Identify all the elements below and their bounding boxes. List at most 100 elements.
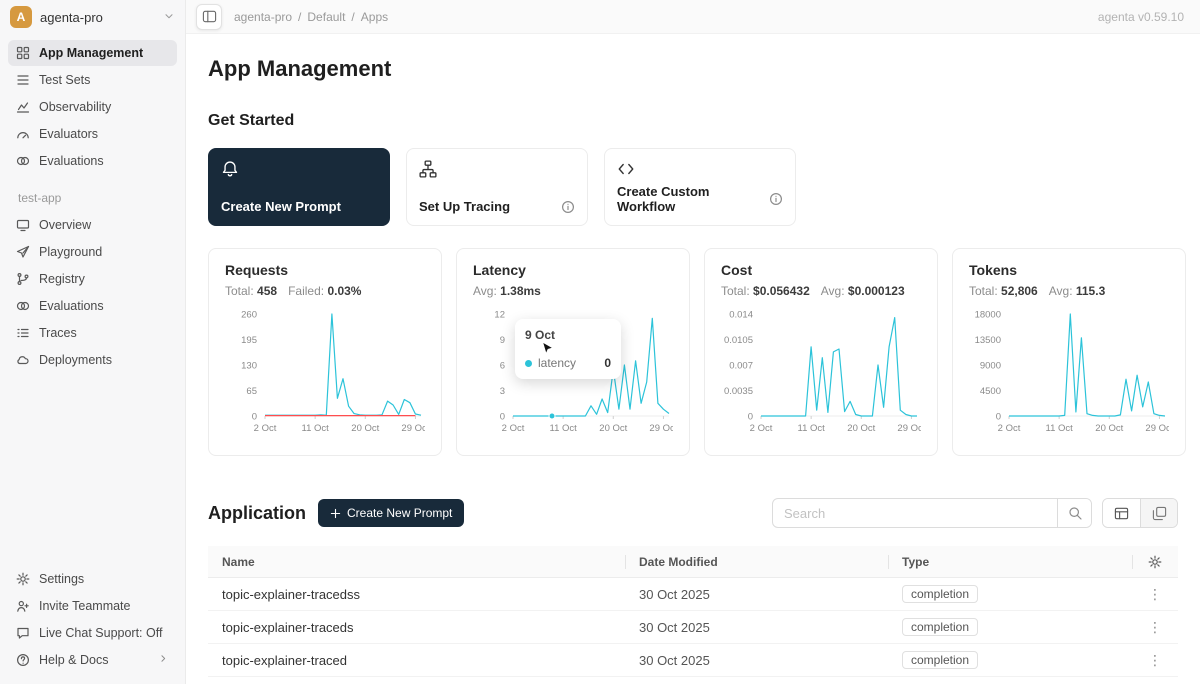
sidebar-item-invite-teammate[interactable]: Invite Teammate xyxy=(8,593,177,619)
search-icon[interactable] xyxy=(1057,499,1091,527)
plus-icon xyxy=(330,508,341,519)
app-name: topic-explainer-traceds xyxy=(208,611,625,643)
breadcrumb-workspace[interactable]: agenta-pro xyxy=(234,10,292,24)
bell-icon xyxy=(221,160,239,178)
svg-text:20 Oct: 20 Oct xyxy=(847,423,875,434)
version-label: agenta v0.59.10 xyxy=(1098,10,1184,24)
breadcrumb-page[interactable]: Apps xyxy=(361,10,388,24)
chart-line-icon xyxy=(16,100,30,114)
breadcrumb-separator: / xyxy=(351,10,354,24)
workspace-selector[interactable]: A agenta-pro xyxy=(0,0,185,34)
stat-subtitle: Total: 458 Failed: 0.03% xyxy=(225,284,425,298)
app-name: topic-explainer-traced xyxy=(208,644,625,676)
workspace-name: agenta-pro xyxy=(40,10,103,25)
svg-text:20 Oct: 20 Oct xyxy=(1095,423,1123,434)
svg-text:0.014: 0.014 xyxy=(729,310,753,321)
sidebar-item-registry[interactable]: Registry xyxy=(8,266,177,292)
info-icon[interactable] xyxy=(561,200,575,214)
chevron-down-icon xyxy=(163,10,175,25)
stat-title: Requests xyxy=(225,262,425,278)
paper-plane-icon xyxy=(16,245,30,259)
row-menu-button[interactable]: ⋮ xyxy=(1144,586,1166,603)
gauge-icon xyxy=(16,127,30,141)
table-row[interactable]: topic-explainer-tracedss 30 Oct 2025 com… xyxy=(208,578,1178,611)
table-row[interactable]: career-assessment 27 Oct 2025 completion… xyxy=(208,677,1178,684)
svg-text:11 Oct: 11 Oct xyxy=(798,423,826,434)
column-settings-gear-icon[interactable] xyxy=(1148,555,1162,569)
sidebar-item-label: Registry xyxy=(39,272,85,286)
svg-text:0.0105: 0.0105 xyxy=(724,335,753,346)
row-menu-button[interactable]: ⋮ xyxy=(1144,619,1166,636)
svg-text:9: 9 xyxy=(500,335,505,346)
stat-subtitle: Total: $0.056432 Avg: $0.000123 xyxy=(721,284,921,298)
sidebar-item-label: Live Chat Support: Off xyxy=(39,626,162,640)
svg-text:3: 3 xyxy=(500,386,505,397)
sidebar-item-test-sets[interactable]: Test Sets xyxy=(8,67,177,93)
svg-text:11 Oct: 11 Oct xyxy=(1046,423,1074,434)
sidebar-item-label: Playground xyxy=(39,245,102,259)
get-started-cards: Create New Prompt Set Up Tracing Create … xyxy=(208,148,1178,226)
sidebar-item-help-docs[interactable]: Help & Docs xyxy=(8,647,177,673)
svg-text:29 Oct: 29 Oct xyxy=(649,423,673,434)
question-circle-icon xyxy=(16,653,30,667)
breadcrumb-project[interactable]: Default xyxy=(307,10,345,24)
chat-bubble-icon xyxy=(16,626,30,640)
monitor-icon xyxy=(16,218,30,232)
sidebar-item-app-evaluations[interactable]: Evaluations xyxy=(8,293,177,319)
main-column: agenta-pro / Default / Apps agenta v0.59… xyxy=(186,0,1200,684)
svg-text:2 Oct: 2 Oct xyxy=(254,423,277,434)
tokens-chart[interactable]: 18000135009000450002 Oct11 Oct20 Oct29 O… xyxy=(969,308,1169,441)
table-view-button[interactable] xyxy=(1103,499,1140,527)
sidebar-item-label: Evaluators xyxy=(39,127,98,141)
stat-title: Latency xyxy=(473,262,673,278)
table-body: topic-explainer-tracedss 30 Oct 2025 com… xyxy=(208,578,1178,684)
create-new-prompt-button[interactable]: Create New Prompt xyxy=(318,499,464,527)
svg-text:260: 260 xyxy=(241,310,257,321)
application-header: Application Create New Prompt xyxy=(208,498,1178,528)
info-icon[interactable] xyxy=(769,192,783,206)
svg-text:20 Oct: 20 Oct xyxy=(599,423,627,434)
card-view-button[interactable] xyxy=(1140,499,1177,527)
requests-chart[interactable]: 2601951306502 Oct11 Oct20 Oct29 Oct xyxy=(225,308,425,441)
app-type-badge: completion xyxy=(902,651,978,669)
app-name: topic-explainer-tracedss xyxy=(208,578,625,610)
app-date-modified: 30 Oct 2025 xyxy=(625,578,888,610)
sidebar-item-playground[interactable]: Playground xyxy=(8,239,177,265)
stat-card-requests: Requests Total: 458 Failed: 0.03% 260195… xyxy=(208,248,442,456)
sidebar-item-evaluators[interactable]: Evaluators xyxy=(8,121,177,147)
search-input[interactable] xyxy=(773,499,1057,527)
svg-text:2 Oct: 2 Oct xyxy=(998,423,1021,434)
svg-text:9000: 9000 xyxy=(980,361,1001,372)
sidebar-item-live-chat-support[interactable]: Live Chat Support: Off xyxy=(8,620,177,646)
create-custom-workflow-card[interactable]: Create Custom Workflow xyxy=(604,148,796,226)
table-row[interactable]: topic-explainer-traced 30 Oct 2025 compl… xyxy=(208,644,1178,677)
svg-text:0: 0 xyxy=(996,412,1001,423)
svg-text:18000: 18000 xyxy=(975,310,1001,321)
series-dot xyxy=(525,360,532,367)
table-header: Name Date Modified Type xyxy=(208,546,1178,578)
svg-text:130: 130 xyxy=(241,361,257,372)
sidebar-item-observability[interactable]: Observability xyxy=(8,94,177,120)
create-new-prompt-card[interactable]: Create New Prompt xyxy=(208,148,390,226)
gear-icon xyxy=(16,572,30,586)
svg-text:29 Oct: 29 Oct xyxy=(1145,423,1169,434)
table-row[interactable]: topic-explainer-traceds 30 Oct 2025 comp… xyxy=(208,611,1178,644)
tracing-tree-icon xyxy=(419,160,437,178)
sidebar-item-app-management[interactable]: App Management xyxy=(8,40,177,66)
ordered-list-icon xyxy=(16,326,30,340)
card-label: Create Custom Workflow xyxy=(617,184,769,214)
sidebar-item-traces[interactable]: Traces xyxy=(8,320,177,346)
set-up-tracing-card[interactable]: Set Up Tracing xyxy=(406,148,588,226)
mouse-cursor-icon xyxy=(541,341,555,357)
app-date-modified: 30 Oct 2025 xyxy=(625,644,888,676)
sidebar-item-label: Observability xyxy=(39,100,111,114)
sidebar-item-overview[interactable]: Overview xyxy=(8,212,177,238)
application-section: Application Create New Prompt xyxy=(208,498,1178,684)
sidebar-item-deployments[interactable]: Deployments xyxy=(8,347,177,373)
sidebar-item-settings[interactable]: Settings xyxy=(8,566,177,592)
sidebar-toggle-button[interactable] xyxy=(196,4,222,30)
sidebar-item-label: Help & Docs xyxy=(39,653,108,667)
row-menu-button[interactable]: ⋮ xyxy=(1144,652,1166,669)
sidebar-item-evaluations[interactable]: Evaluations xyxy=(8,148,177,174)
cost-chart[interactable]: 0.0140.01050.0070.003502 Oct11 Oct20 Oct… xyxy=(721,308,921,441)
